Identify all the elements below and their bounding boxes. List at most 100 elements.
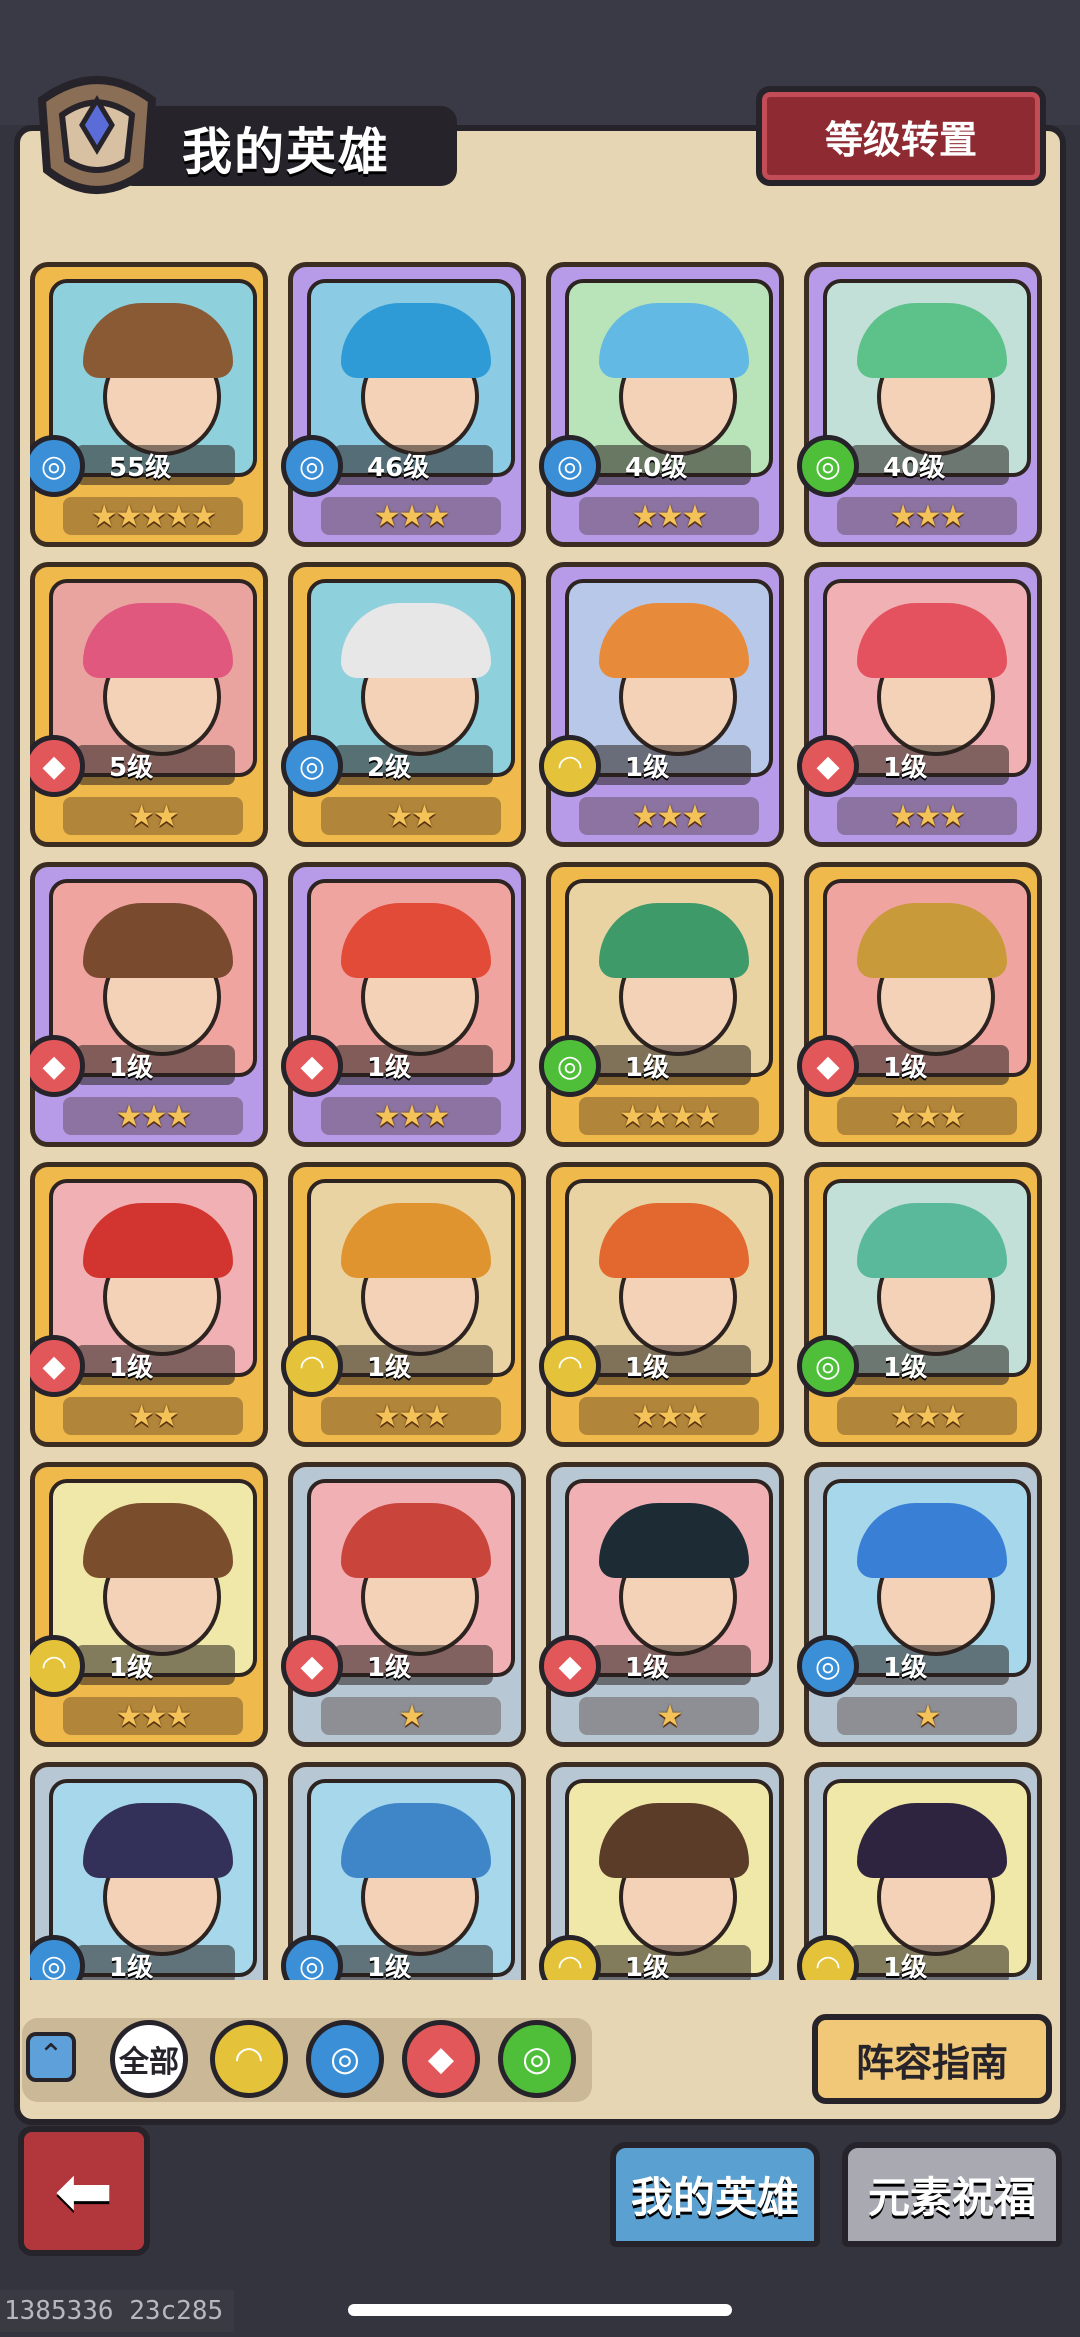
tab-element-blessing[interactable]: 元素祝福 xyxy=(842,2142,1062,2247)
hero-level-plate: 1级 xyxy=(333,1945,493,1980)
hero-level: 1级 xyxy=(883,1653,928,1683)
hero-level-plate: 1级 xyxy=(591,1345,751,1385)
hero-card[interactable]: 5级 ◆ ★★ xyxy=(30,562,268,847)
hero-level-plate: 1级 xyxy=(849,1945,1009,1980)
wind-element-icon: ◎ xyxy=(797,1335,859,1397)
hero-level: 1级 xyxy=(625,1953,670,1980)
hero-level-plate: 1级 xyxy=(333,1045,493,1085)
page-header: 我的英雄 xyxy=(22,60,457,200)
hero-stars: ★★★ xyxy=(321,497,501,535)
hero-hair xyxy=(341,1203,491,1278)
hero-level: 1级 xyxy=(625,1353,670,1383)
hero-list[interactable]: 55级 ◎ ★★★★★ 46级 ◎ ★★★ 40级 ◎ ★★★ 40级 ◎ ★★★ 5级 ◆ ★★ 2级 ◎ ★★… xyxy=(30,262,1060,1980)
fire-element-icon: ◆ xyxy=(427,2039,455,2079)
filter-water-button[interactable]: ◎ xyxy=(306,2020,384,2098)
hero-stars: ★★★ xyxy=(321,1097,501,1135)
tab-my-heroes[interactable]: 我的英雄 xyxy=(610,2142,820,2247)
hero-card[interactable]: 1级 ◆ ★ xyxy=(539,1462,784,1747)
filter-all-button[interactable]: 全部 xyxy=(110,2020,188,2098)
earth-element-icon: ◠ xyxy=(539,1335,601,1397)
earth-element-icon: ◠ xyxy=(539,735,601,797)
hero-card[interactable]: 40级 ◎ ★★★ xyxy=(539,262,784,547)
hero-card[interactable]: 1级◎★ xyxy=(281,1762,526,1980)
filter-fire-button[interactable]: ◆ xyxy=(402,2020,480,2098)
home-indicator[interactable] xyxy=(348,2304,732,2316)
wind-element-icon: ◎ xyxy=(539,1035,601,1097)
hero-stars: ★★★★★ xyxy=(63,497,243,535)
hero-card[interactable]: 46级 ◎ ★★★ xyxy=(281,262,526,547)
hero-card[interactable]: 40级 ◎ ★★★ xyxy=(797,262,1042,547)
water-element-icon: ◎ xyxy=(330,2039,360,2079)
hero-card[interactable]: 1级 ◎ ★★★ xyxy=(797,1162,1042,1447)
hero-stars: ★ xyxy=(321,1697,501,1735)
hero-card[interactable]: 1级 ◎ ★★★★ xyxy=(539,862,784,1147)
hero-card[interactable]: 2级 ◎ ★★ xyxy=(281,562,526,847)
hero-hair xyxy=(599,903,749,978)
fire-element-icon: ◆ xyxy=(30,1035,85,1097)
hero-level-plate: 1级 xyxy=(75,1645,235,1685)
hero-level-plate: 1级 xyxy=(333,1645,493,1685)
hero-stars: ★★★★ xyxy=(579,1097,759,1135)
wind-element-icon: ◎ xyxy=(522,2039,552,2079)
hero-hair xyxy=(857,903,1007,978)
hero-card[interactable]: 1级 ◆ ★ xyxy=(281,1462,526,1747)
hero-level-plate: 1级 xyxy=(75,1345,235,1385)
hero-level-plate: 1级 xyxy=(75,1045,235,1085)
fire-element-icon: ◆ xyxy=(539,1635,601,1697)
filter-all-label: 全部 xyxy=(119,2045,179,2080)
hero-card[interactable]: 1级 ◠ ★★★ xyxy=(30,1462,268,1747)
hero-hair xyxy=(83,1503,233,1578)
hero-hair xyxy=(857,1803,1007,1878)
hero-hair xyxy=(857,603,1007,678)
fire-element-icon: ◆ xyxy=(281,1635,343,1697)
hero-hair xyxy=(857,1503,1007,1578)
hero-level-plate: 1级 xyxy=(333,1345,493,1385)
back-button[interactable]: ⬅ xyxy=(18,2126,150,2256)
filter-wind-button[interactable]: ◎ xyxy=(498,2020,576,2098)
water-element-icon: ◎ xyxy=(797,1635,859,1697)
hero-card[interactable]: 1级 ◠ ★★★ xyxy=(539,1162,784,1447)
hero-card[interactable]: 1级 ◆ ★★★ xyxy=(30,862,268,1147)
earth-element-icon: ◠ xyxy=(281,1335,343,1397)
hero-hair xyxy=(341,1803,491,1878)
collapse-button[interactable]: ⌃ xyxy=(26,2032,76,2082)
hero-level-plate: 40级 xyxy=(591,445,751,485)
hero-level: 1级 xyxy=(367,1953,412,1980)
hero-level-plate: 1级 xyxy=(849,1045,1009,1085)
water-element-icon: ◎ xyxy=(539,435,601,497)
hero-card[interactable]: 1级◠★ xyxy=(797,1762,1042,1980)
hero-card[interactable]: 1级◠★ xyxy=(539,1762,784,1980)
hero-stars: ★★★ xyxy=(837,1397,1017,1435)
hero-level: 40级 xyxy=(625,453,688,483)
hero-hair xyxy=(341,603,491,678)
filter-earth-button[interactable]: ◠ xyxy=(210,2020,288,2098)
hero-card[interactable]: 1级◎★ xyxy=(797,1462,1042,1747)
fire-element-icon: ◆ xyxy=(281,1035,343,1097)
fire-element-icon: ◆ xyxy=(797,735,859,797)
hero-card[interactable]: 1级 ◆ ★★ xyxy=(30,1162,268,1447)
hero-level-plate: 46级 xyxy=(333,445,493,485)
hero-stars: ★ xyxy=(579,1697,759,1735)
hero-card[interactable]: 1级◎★ xyxy=(30,1762,268,1980)
hero-level: 1级 xyxy=(367,1353,412,1383)
hero-level-plate: 1级 xyxy=(849,1345,1009,1385)
hero-level: 1级 xyxy=(109,1053,154,1083)
hero-card[interactable]: 1级 ◆ ★★★ xyxy=(281,862,526,1147)
hero-card[interactable]: 55级 ◎ ★★★★★ xyxy=(30,262,268,547)
level-transfer-label: 等级转置 xyxy=(824,117,977,162)
hero-stars: ★★★ xyxy=(579,797,759,835)
helmet-icon xyxy=(37,76,157,194)
earth-element-icon: ◠ xyxy=(30,1635,85,1697)
hero-hair xyxy=(341,303,491,378)
hero-level: 46级 xyxy=(367,453,430,483)
hero-level-plate: 1级 xyxy=(591,745,751,785)
hero-stars: ★★★ xyxy=(63,1697,243,1735)
level-transfer-button[interactable]: 等级转置 xyxy=(756,86,1046,186)
hero-level-plate: 2级 xyxy=(333,745,493,785)
lineup-guide-button[interactable]: 阵容指南 xyxy=(812,2014,1052,2104)
hero-card[interactable]: 1级 ◆ ★★★ xyxy=(797,862,1042,1147)
hero-hair xyxy=(857,1203,1007,1278)
hero-card[interactable]: 1级 ◠ ★★★ xyxy=(281,1162,526,1447)
hero-card[interactable]: 1级 ◠ ★★★ xyxy=(539,562,784,847)
hero-card[interactable]: 1级 ◆ ★★★ xyxy=(797,562,1042,847)
